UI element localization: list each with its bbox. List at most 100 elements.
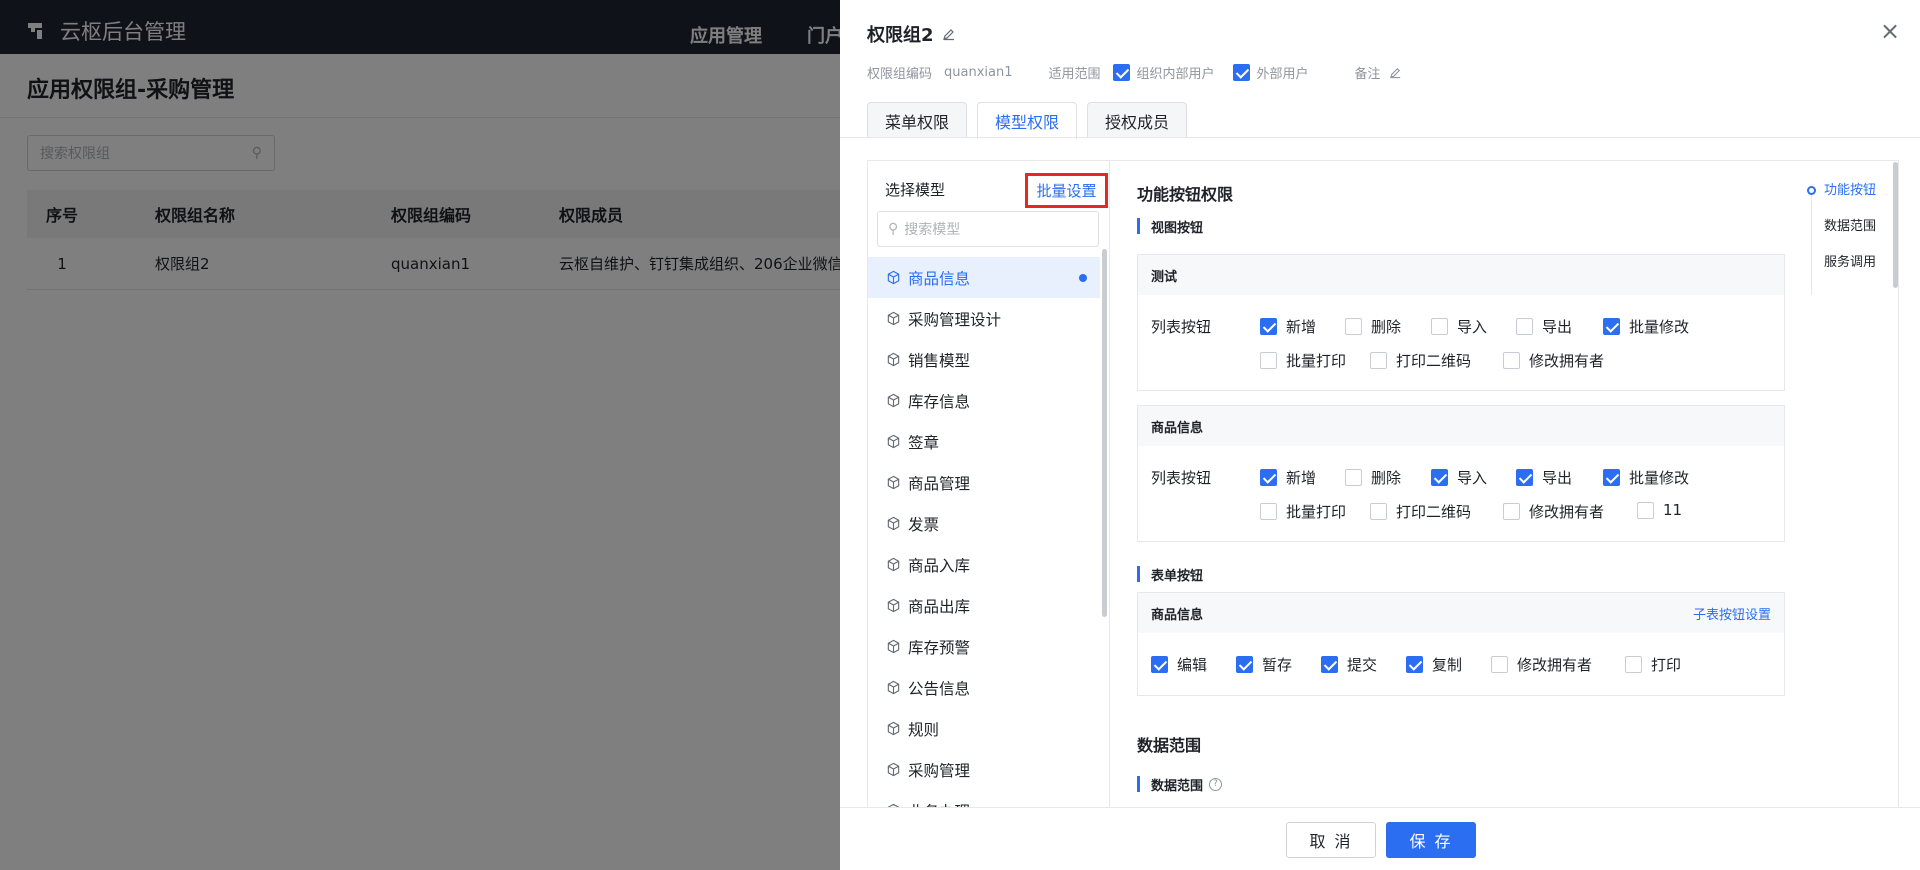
model-list-scrollbar[interactable] [1102, 249, 1107, 617]
form-buttons-title: 表单按钮 [1137, 566, 1203, 584]
scope-external-checkbox[interactable] [1232, 63, 1250, 81]
checkbox[interactable] [1151, 656, 1168, 673]
checkbox[interactable] [1345, 318, 1362, 335]
option-label: 批量修改 [1629, 469, 1690, 487]
option-change-owner[interactable]: 修改拥有者 [1491, 654, 1592, 675]
checkbox[interactable] [1603, 318, 1620, 335]
checkbox[interactable] [1516, 318, 1533, 335]
option-label: 批量修改 [1629, 318, 1690, 336]
model-item[interactable]: 规则 [868, 708, 1100, 749]
model-search-input[interactable]: ⚲ 搜索模型 [877, 211, 1099, 247]
option-print[interactable]: 打印 [1625, 654, 1681, 675]
option-batch-edit[interactable]: 批量修改 [1603, 316, 1689, 337]
close-icon[interactable]: × [1878, 19, 1902, 44]
model-item[interactable]: 库存预警 [868, 626, 1100, 667]
search-placeholder: 搜索模型 [904, 222, 961, 238]
option-import[interactable]: 导入 [1431, 467, 1487, 488]
scope-internal-checkbox[interactable] [1112, 63, 1130, 81]
checkbox[interactable] [1370, 503, 1387, 520]
selected-dot [1079, 274, 1087, 282]
tab-menu-permission[interactable]: 菜单权限 [867, 102, 968, 138]
checkbox[interactable] [1321, 656, 1338, 673]
checkbox[interactable] [1260, 503, 1277, 520]
checkbox[interactable] [1603, 469, 1620, 486]
data-range-title: 数据范围 [1137, 736, 1202, 755]
checkbox[interactable] [1236, 656, 1253, 673]
drawer-title-text: 权限组2 [867, 25, 934, 46]
model-item[interactable]: 采购管理设计 [868, 298, 1100, 339]
option-save-draft[interactable]: 暂存 [1236, 654, 1292, 675]
sub-table-button-settings-link[interactable]: 子表按钮设置 [1693, 604, 1771, 623]
model-item[interactable]: 销售模型 [868, 339, 1100, 380]
model-item[interactable]: 库存信息 [868, 380, 1100, 421]
option-add[interactable]: 新增 [1260, 467, 1316, 488]
option-change-owner[interactable]: 修改拥有者 [1503, 350, 1604, 371]
model-name: 公告信息 [908, 679, 971, 698]
cancel-button[interactable]: 取 消 [1286, 822, 1376, 858]
anchor-service-call[interactable]: 服务调用 [1824, 251, 1876, 270]
checkbox[interactable] [1345, 469, 1362, 486]
anchor-function-buttons[interactable]: 功能按钮 [1824, 179, 1876, 198]
checkbox[interactable] [1516, 469, 1533, 486]
tab-model-permission[interactable]: 模型权限 [977, 102, 1078, 139]
anchor-data-range[interactable]: 数据范围 [1824, 215, 1876, 234]
cube-icon [887, 680, 900, 695]
model-item[interactable]: 公告信息 [868, 667, 1100, 708]
option-edit[interactable]: 编辑 [1151, 654, 1207, 675]
option-delete[interactable]: 删除 [1345, 467, 1401, 488]
checkbox[interactable] [1503, 352, 1520, 369]
option-batch-print[interactable]: 批量打印 [1260, 501, 1346, 522]
option-label: 11 [1663, 501, 1683, 519]
cube-icon [887, 311, 900, 326]
batch-setting-button[interactable]: 批量设置 [1025, 173, 1108, 208]
option-add[interactable]: 新增 [1260, 316, 1316, 337]
edit-icon[interactable] [942, 27, 956, 41]
checkbox[interactable] [1370, 352, 1387, 369]
option-export[interactable]: 导出 [1516, 467, 1572, 488]
option-print-qrcode[interactable]: 打印二维码 [1370, 350, 1471, 371]
checkbox[interactable] [1260, 318, 1277, 335]
model-name: 商品出库 [908, 597, 971, 616]
checkbox[interactable] [1491, 656, 1508, 673]
option-delete[interactable]: 删除 [1345, 316, 1401, 337]
tab-authorized-members[interactable]: 授权成员 [1087, 102, 1188, 138]
checkbox[interactable] [1260, 469, 1277, 486]
checkbox[interactable] [1260, 352, 1277, 369]
cube-icon [887, 598, 900, 613]
option-batch-print[interactable]: 批量打印 [1260, 350, 1346, 371]
cube-icon [887, 516, 900, 531]
checkbox[interactable] [1431, 469, 1448, 486]
help-icon[interactable]: ? [1209, 777, 1223, 791]
model-item[interactable]: 商品入库 [868, 544, 1100, 585]
model-item[interactable]: 发票 [868, 503, 1100, 544]
model-item[interactable]: 商品出库 [868, 585, 1100, 626]
cube-icon [887, 434, 900, 449]
option-label: 提交 [1347, 656, 1378, 674]
option-change-owner[interactable]: 修改拥有者 [1503, 501, 1604, 522]
option-11[interactable]: 11 [1637, 501, 1682, 519]
card-title: 测试 [1151, 269, 1178, 285]
settings-scrollbar[interactable] [1893, 162, 1898, 288]
option-label: 打印 [1651, 656, 1682, 674]
model-name: 规则 [908, 720, 940, 739]
option-batch-edit[interactable]: 批量修改 [1603, 467, 1689, 488]
checkbox[interactable] [1625, 656, 1642, 673]
checkbox[interactable] [1431, 318, 1448, 335]
remark-label: 备注 [1354, 66, 1381, 82]
save-button[interactable]: 保 存 [1386, 822, 1476, 858]
model-name: 商品入库 [908, 556, 971, 575]
checkbox[interactable] [1406, 656, 1423, 673]
view-buttons-title: 视图按钮 [1137, 218, 1203, 236]
option-submit[interactable]: 提交 [1321, 654, 1377, 675]
option-print-qrcode[interactable]: 打印二维码 [1370, 501, 1471, 522]
model-item[interactable]: 商品管理 [868, 462, 1100, 503]
checkbox[interactable] [1503, 503, 1520, 520]
edit-remark-icon[interactable] [1389, 66, 1402, 79]
option-export[interactable]: 导出 [1516, 316, 1572, 337]
model-item[interactable]: 商品信息 [868, 257, 1100, 298]
option-import[interactable]: 导入 [1431, 316, 1487, 337]
option-copy[interactable]: 复制 [1406, 654, 1462, 675]
model-item[interactable]: 采购管理 [868, 749, 1100, 790]
model-item[interactable]: 签章 [868, 421, 1100, 462]
checkbox[interactable] [1637, 501, 1654, 519]
